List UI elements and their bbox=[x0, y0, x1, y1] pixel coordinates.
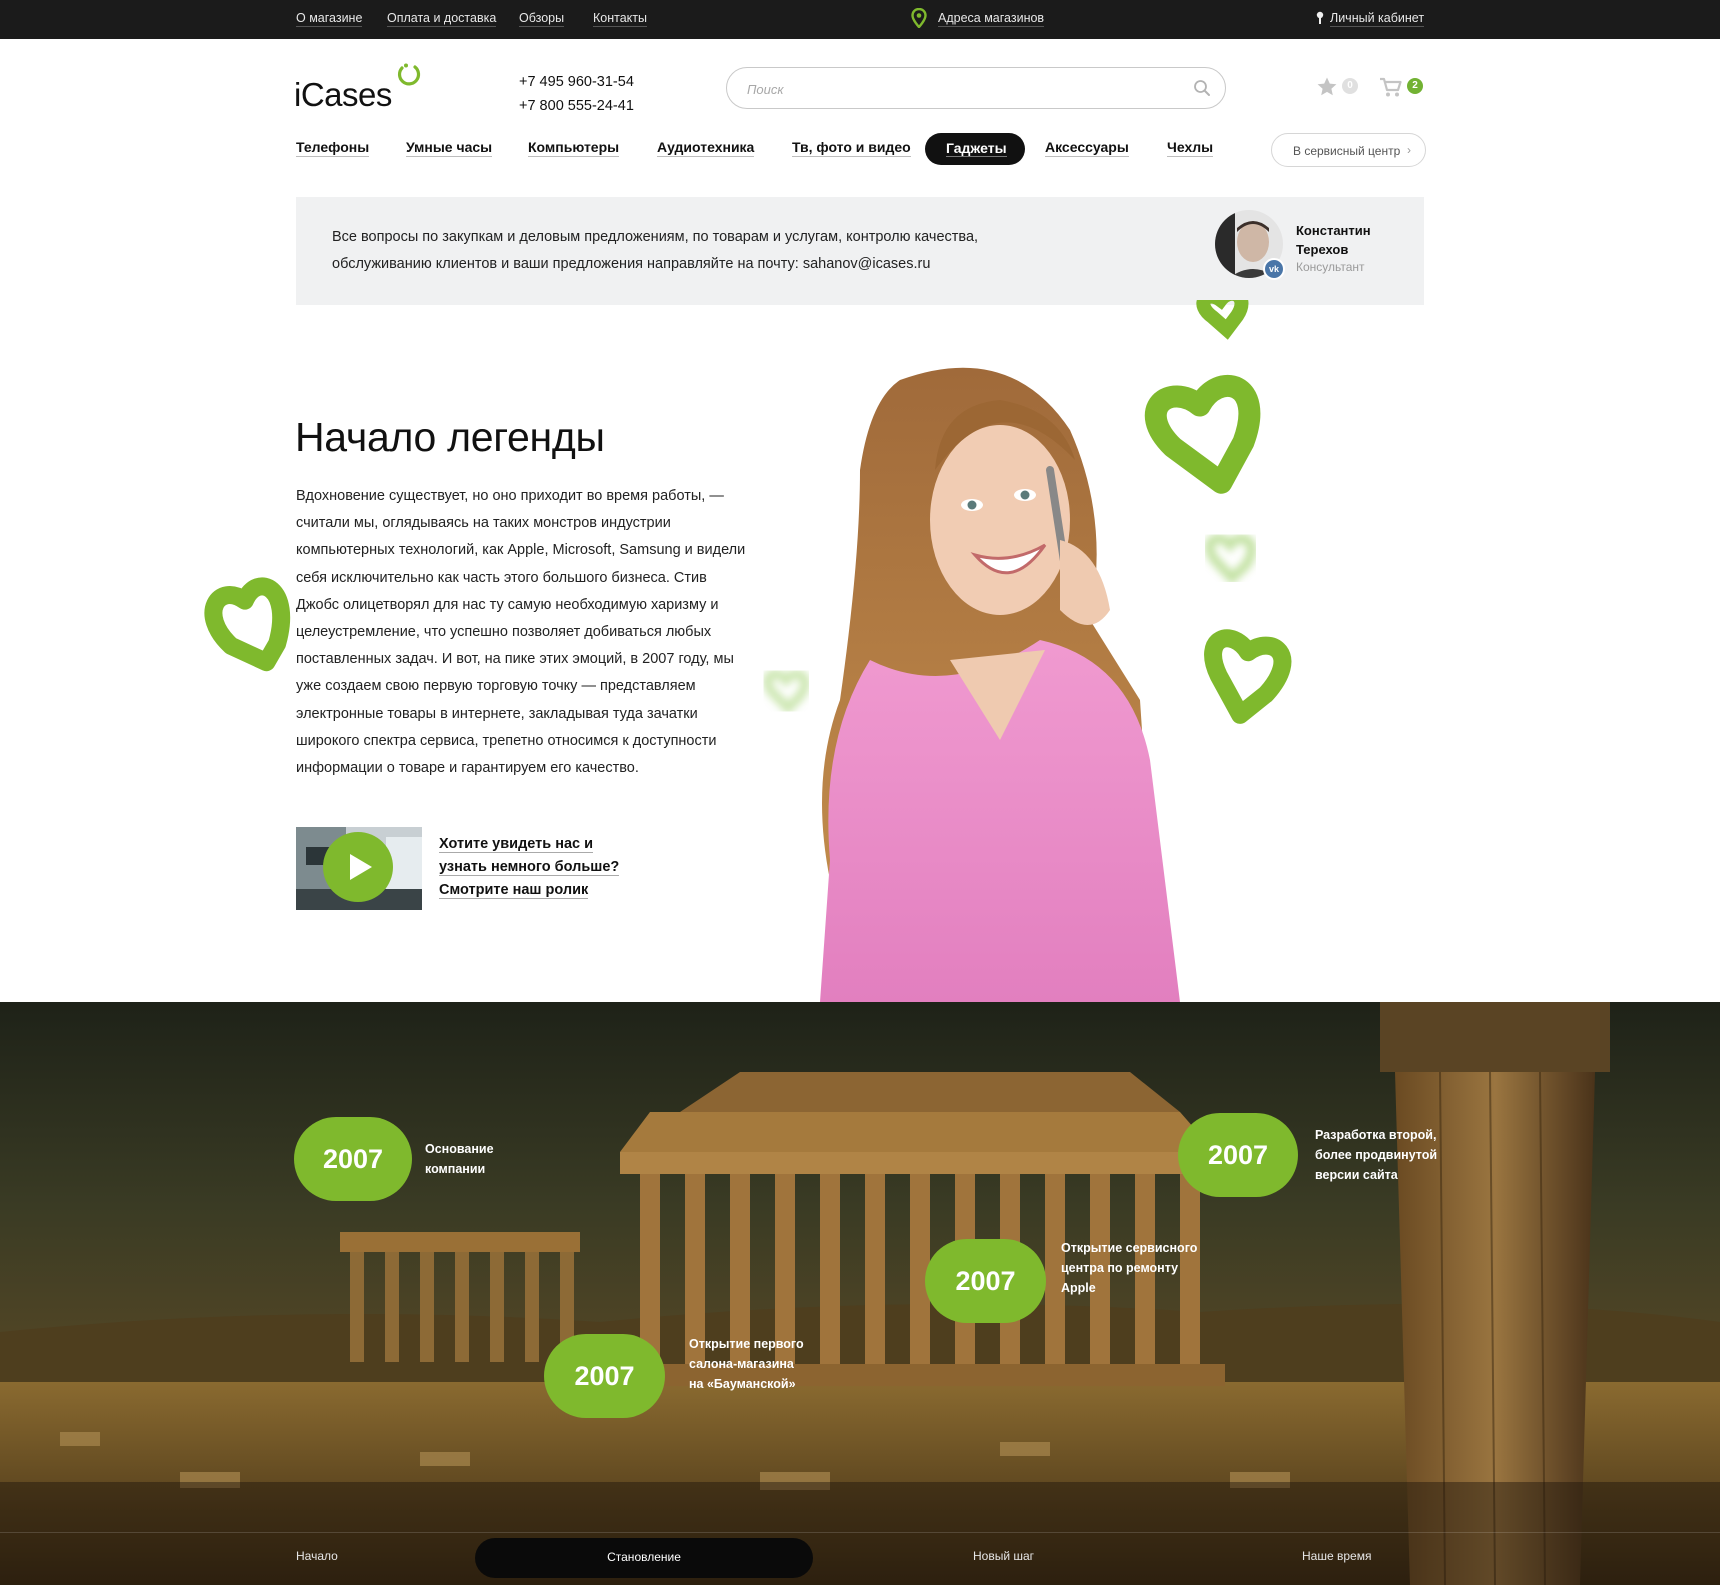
topbar-link-account[interactable]: Личный кабинет bbox=[1330, 11, 1425, 27]
search-box bbox=[726, 67, 1226, 109]
milestone-text-line: Основание bbox=[425, 1142, 494, 1156]
phone-number[interactable]: +7 800 555-24-41 bbox=[519, 94, 634, 118]
logo-ring-icon bbox=[397, 63, 421, 86]
milestone-text-line: Apple bbox=[1061, 1281, 1096, 1295]
video-link-line: Смотрите наш ролик bbox=[439, 882, 589, 899]
topbar-link-about[interactable]: О магазине bbox=[296, 11, 363, 27]
hero-text: Вдохновение существует, но оно приходит … bbox=[296, 488, 746, 777]
milestone-year: 2007 bbox=[955, 1266, 1016, 1296]
milestone-text-line: салона-магазина bbox=[689, 1357, 794, 1371]
search-icon[interactable] bbox=[1193, 79, 1211, 97]
timeline-divider bbox=[0, 1532, 1720, 1533]
milestone-text: Открытие сервисного центра по ремонту Ap… bbox=[1061, 1238, 1197, 1298]
milestone-text-line: Открытие первого bbox=[689, 1337, 804, 1351]
page-title: Начало легенды bbox=[295, 414, 605, 460]
timeline-tab-label: Становление bbox=[607, 1550, 681, 1564]
contact-banner: Все вопросы по закупкам и деловым предло… bbox=[296, 197, 1424, 305]
nav-item-computers[interactable]: Компьютеры bbox=[528, 139, 620, 157]
contact-text: Все вопросы по закупкам и деловым предло… bbox=[332, 229, 979, 272]
phone-number[interactable]: +7 495 960-31-54 bbox=[519, 70, 634, 94]
cart-count: 2 bbox=[1407, 78, 1423, 94]
milestone-text-line: Разработка второй, bbox=[1315, 1128, 1437, 1142]
heart-icon bbox=[204, 577, 291, 672]
key-icon bbox=[1316, 11, 1324, 24]
milestone-text-line: более продвинутой bbox=[1315, 1148, 1438, 1162]
milestone-text-line: версии сайта bbox=[1315, 1168, 1398, 1182]
timeline-tab-new-step[interactable]: Новый шаг bbox=[973, 1549, 1034, 1563]
favorites-count: 0 bbox=[1342, 78, 1358, 94]
nav-item-gadgets[interactable]: Гаджеты bbox=[925, 133, 1025, 165]
milestone-text-line: Открытие сервисного bbox=[1061, 1241, 1198, 1255]
cart-icon bbox=[1380, 77, 1402, 97]
nav-item-gadgets-label: Гаджеты bbox=[946, 140, 1007, 157]
topbar-link-contacts[interactable]: Контакты bbox=[593, 11, 647, 27]
milestone-text: Открытие первого салона-магазина на «Бау… bbox=[689, 1334, 804, 1394]
milestone-year: 2007 bbox=[322, 1144, 384, 1174]
parthenon-background bbox=[0, 1002, 1720, 1585]
heart-icon bbox=[762, 669, 811, 716]
logo-text: iCases bbox=[294, 76, 392, 113]
topbar-link-stores[interactable]: Адреса магазинов bbox=[938, 11, 1045, 27]
vk-icon[interactable]: vk bbox=[1263, 258, 1285, 280]
timeline-tab-formation[interactable]: Становление bbox=[475, 1538, 813, 1578]
timeline-tab-our-time[interactable]: Наше время bbox=[1302, 1549, 1371, 1563]
phone-numbers: +7 495 960-31-54 +7 800 555-24-41 bbox=[519, 70, 634, 118]
video-link-line: узнать немного больше? bbox=[439, 859, 620, 876]
heart-icon bbox=[1204, 533, 1257, 586]
heart-icon bbox=[1204, 629, 1292, 724]
consultant-name: Константин Терехов bbox=[1296, 223, 1371, 257]
nav-item-accessories[interactable]: Аксессуары bbox=[1045, 139, 1129, 157]
search-input[interactable] bbox=[747, 79, 1167, 99]
consultant-role: Консультант bbox=[1296, 260, 1365, 274]
nav-item-tv-photo-video[interactable]: Тв, фото и видео bbox=[792, 139, 911, 157]
history-section: 2007 Основание компании 2007 Разработка … bbox=[0, 1002, 1720, 1585]
favorites[interactable]: 0 bbox=[1314, 76, 1364, 98]
milestone-bubble[interactable]: 2007 bbox=[544, 1334, 665, 1418]
milestone-text: Основание компании bbox=[425, 1139, 494, 1179]
top-bar: О магазине Оплата и доставка Обзоры Конт… bbox=[0, 0, 1720, 39]
video-link-line: Хотите увидеть нас и bbox=[439, 836, 594, 853]
cart[interactable]: 2 bbox=[1379, 76, 1429, 98]
timeline-tab-start[interactable]: Начало bbox=[296, 1549, 338, 1563]
heart-icon bbox=[1144, 374, 1261, 494]
nav-item-phones[interactable]: Телефоны bbox=[296, 139, 370, 157]
nav-item-audio[interactable]: Аудиотехника bbox=[657, 139, 755, 157]
milestone-text-line: компании bbox=[425, 1162, 486, 1176]
video-link[interactable]: Хотите увидеть нас и узнать немного боль… bbox=[439, 833, 620, 902]
milestone-text-line: центра по ремонту bbox=[1061, 1261, 1179, 1275]
service-center-button[interactable]: В сервисный центр › bbox=[1271, 133, 1426, 167]
video-thumbnail[interactable] bbox=[296, 827, 422, 910]
service-center-label: В сервисный центр bbox=[1293, 144, 1401, 158]
star-icon bbox=[1317, 77, 1337, 96]
chevron-right-icon: › bbox=[1407, 143, 1411, 157]
milestone-text: Разработка второй, более продвинутой вер… bbox=[1315, 1125, 1437, 1185]
nav-item-smartwatches[interactable]: Умные часы bbox=[406, 139, 493, 157]
topbar-link-payment[interactable]: Оплата и доставка bbox=[387, 11, 497, 27]
milestone-bubble[interactable]: 2007 bbox=[1178, 1113, 1298, 1197]
map-pin-icon bbox=[911, 8, 927, 28]
woman-photo bbox=[820, 367, 1180, 1002]
milestone-text-line: на «Бауманской» bbox=[689, 1377, 796, 1391]
topbar-link-reviews[interactable]: Обзоры bbox=[519, 11, 565, 27]
milestone-year: 2007 bbox=[574, 1361, 635, 1391]
nav-item-cases[interactable]: Чехлы bbox=[1167, 139, 1214, 157]
logo[interactable]: iCases bbox=[294, 63, 434, 114]
milestone-bubble[interactable]: 2007 bbox=[925, 1239, 1046, 1323]
milestone-year: 2007 bbox=[1207, 1140, 1269, 1170]
milestone-bubble[interactable]: 2007 bbox=[294, 1117, 412, 1201]
